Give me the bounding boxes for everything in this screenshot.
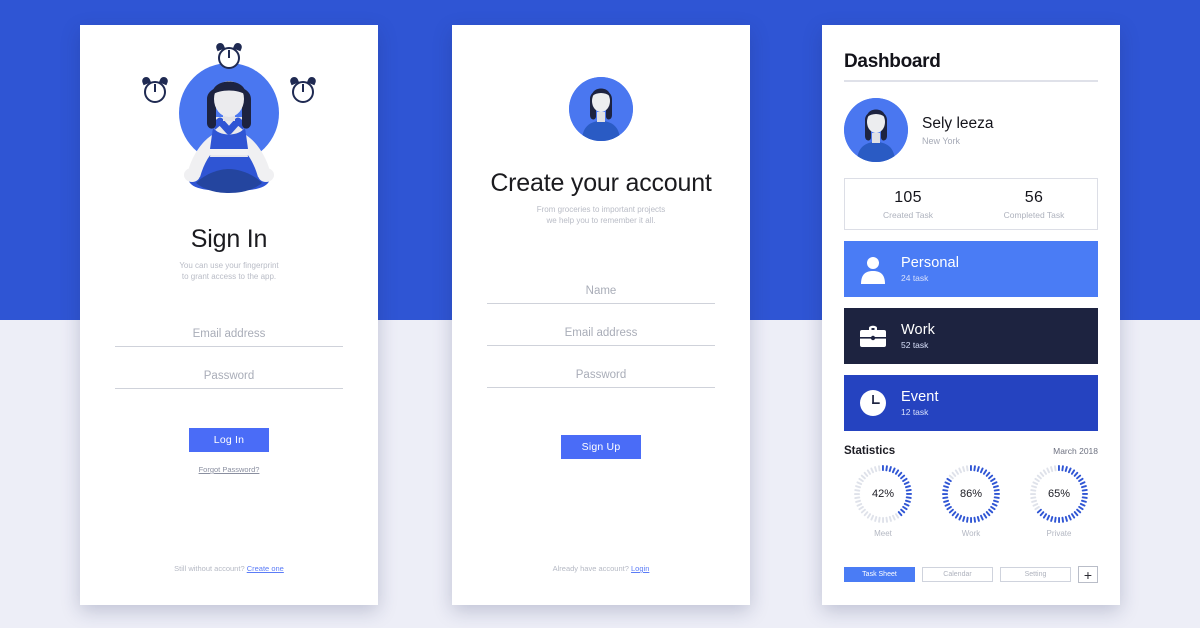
- signin-title: Sign In: [190, 225, 268, 253]
- name-field-placeholder: Name: [585, 285, 617, 297]
- ring-work: 86% Work: [932, 463, 1010, 538]
- dashboard-screen: Dashboard Sely leeza New York 105 Create…: [822, 25, 1120, 605]
- statistics-date: March 2018: [1053, 446, 1098, 456]
- page-title: Dashboard: [844, 51, 941, 72]
- login-link[interactable]: Login: [631, 564, 649, 573]
- signup-screen: Create your account From groceries to im…: [452, 25, 750, 605]
- user-name: Sely leeza: [922, 114, 994, 132]
- briefcase-icon: [858, 321, 888, 351]
- stat-label: Completed Task: [1003, 209, 1065, 220]
- signup-button[interactable]: Sign Up: [561, 435, 641, 459]
- category-card-work[interactable]: Work 52 task: [844, 308, 1098, 364]
- tab-task-sheet[interactable]: Task Sheet: [844, 567, 915, 582]
- email-field-placeholder: Email address: [192, 328, 266, 340]
- bottom-tab-bar: Task Sheet Calendar Setting +: [844, 566, 1098, 583]
- category-card-personal[interactable]: Personal 24 task: [844, 241, 1098, 297]
- ring-label: Private: [1046, 529, 1072, 538]
- ring-percent: 65%: [1047, 488, 1071, 500]
- avatar-figure: [844, 98, 908, 162]
- category-count: 52 task: [901, 340, 929, 350]
- password-field[interactable]: Password: [115, 370, 343, 389]
- signin-subtitle: You can use your fingerprint to grant ac…: [80, 260, 378, 282]
- stat-label: Created Task: [883, 209, 933, 220]
- ring-percent: 42%: [871, 488, 895, 500]
- signup-subtitle-line1: From groceries to important projects: [536, 205, 666, 214]
- signin-screen: Sign In You can use your fingerprint to …: [80, 25, 378, 605]
- alarm-clock-icon: [288, 75, 318, 103]
- signin-subtitle-line1: You can use your fingerprint: [179, 261, 279, 270]
- statistics-rings: 42% Meet 86% Work 65% Private: [844, 463, 1098, 538]
- password-field-placeholder: Password: [575, 369, 627, 381]
- progress-ring: 65%: [1028, 463, 1090, 525]
- ring-label: Meet: [874, 529, 892, 538]
- email-field[interactable]: Email address: [487, 327, 715, 346]
- stat-created-task: 105 Created Task: [845, 189, 971, 220]
- category-card-event[interactable]: Event 12 task: [844, 375, 1098, 431]
- signup-subtitle: From groceries to important projects we …: [452, 204, 750, 226]
- ring-percent: 86%: [959, 488, 983, 500]
- add-task-button[interactable]: +: [1078, 566, 1098, 583]
- stat-number: 56: [1024, 188, 1044, 206]
- user-avatar-icon: [844, 98, 908, 162]
- password-field-placeholder: Password: [203, 370, 255, 382]
- task-stats-box: 105 Created Task 56 Completed Task: [844, 178, 1098, 230]
- stat-number: 105: [894, 188, 922, 206]
- email-field-placeholder: Email address: [564, 327, 638, 339]
- progress-ring: 42%: [852, 463, 914, 525]
- clock-icon: [858, 388, 888, 418]
- alarm-clock-icon: [214, 41, 244, 69]
- create-account-link[interactable]: Create one: [247, 564, 284, 573]
- signup-title: Create your account: [490, 169, 712, 197]
- category-name: Personal: [901, 255, 960, 271]
- signup-footer: Already have account? Login: [452, 564, 750, 573]
- signin-subtitle-line2: to grant access to the app.: [181, 272, 277, 281]
- person-icon: [858, 254, 888, 284]
- user-avatar-icon: [569, 77, 633, 141]
- name-field[interactable]: Name: [487, 285, 715, 304]
- category-name: Event: [901, 389, 939, 405]
- avatar-figure: [569, 77, 633, 141]
- ring-private: 65% Private: [1020, 463, 1098, 538]
- password-field[interactable]: Password: [487, 369, 715, 388]
- ring-meet: 42% Meet: [844, 463, 922, 538]
- user-location: New York: [922, 135, 961, 146]
- ring-label: Work: [961, 529, 981, 538]
- statistics-header: Statistics March 2018: [844, 445, 1098, 457]
- category-count: 24 task: [901, 273, 929, 283]
- login-button[interactable]: Log In: [189, 428, 269, 452]
- signin-footer: Still without account? Create one: [80, 564, 378, 573]
- category-count: 12 task: [901, 407, 929, 417]
- tab-setting[interactable]: Setting: [1000, 567, 1071, 582]
- signup-subtitle-line2: we help you to remember it all.: [546, 216, 656, 225]
- progress-ring: 86%: [940, 463, 1002, 525]
- signup-footer-text: Already have account?: [552, 564, 629, 573]
- statistics-title: Statistics: [844, 445, 896, 457]
- title-divider: [844, 80, 1098, 82]
- user-profile[interactable]: Sely leeza New York: [844, 98, 1098, 162]
- signin-illustration: [80, 25, 378, 225]
- stat-completed-task: 56 Completed Task: [971, 189, 1097, 220]
- category-name: Work: [901, 322, 935, 338]
- forgot-password-link[interactable]: Forgot Password?: [80, 465, 378, 474]
- alarm-clock-icon: [140, 75, 170, 103]
- yoga-meditation-illustration: [184, 81, 274, 193]
- tab-calendar[interactable]: Calendar: [922, 567, 993, 582]
- signin-footer-text: Still without account?: [174, 564, 245, 573]
- email-field[interactable]: Email address: [115, 328, 343, 347]
